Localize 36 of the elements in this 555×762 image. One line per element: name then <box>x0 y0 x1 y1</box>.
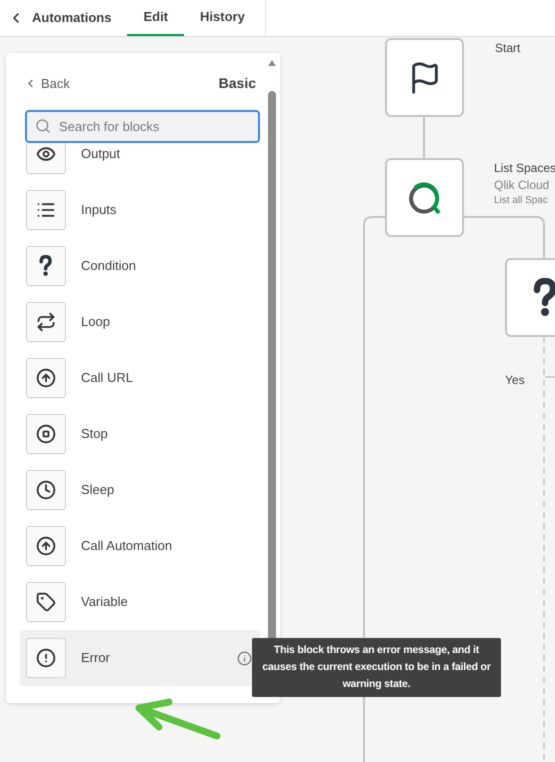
tab[interactable]: Edit <box>127 0 184 36</box>
block-item[interactable]: Output <box>20 143 260 182</box>
search-icon <box>35 118 51 134</box>
flow-node[interactable] <box>385 38 464 117</box>
info-icon <box>237 650 252 666</box>
block-item[interactable]: Inputs <box>20 182 260 238</box>
tag-icon <box>36 592 56 612</box>
arrow-up-circle-icon <box>36 536 56 556</box>
question-mark-icon <box>39 255 53 277</box>
tooltip: This block throws an error message, and it causes the current execution to be in a failed or warning state. <box>252 638 501 697</box>
back-button[interactable]: Automations <box>0 0 128 36</box>
arrow-up-circle-icon <box>36 368 56 388</box>
connector-line <box>423 116 425 158</box>
node-title: Start <box>495 40 520 57</box>
clock-icon <box>36 480 56 500</box>
flow-node[interactable] <box>385 158 464 237</box>
alert-icon <box>36 648 56 668</box>
search-field[interactable]: Search for blocks <box>25 110 260 143</box>
block-item[interactable]: Condition <box>20 238 260 294</box>
block-item[interactable]: Loop <box>20 294 260 350</box>
block-item[interactable]: Error <box>20 630 260 686</box>
back-button[interactable]: Back <box>24 74 70 94</box>
block-item[interactable]: Variable <box>20 574 260 630</box>
branch-label: Yes <box>505 372 525 389</box>
stop-icon <box>36 424 56 444</box>
panel-title: Basic <box>218 74 256 93</box>
question-mark-icon <box>532 278 555 318</box>
block-item[interactable]: Call Automation <box>20 518 260 574</box>
tab[interactable]: History <box>184 0 261 36</box>
node-description: List all Spac <box>494 194 549 207</box>
loop-icon <box>36 312 56 332</box>
node-subtitle: Qlik Cloud <box>494 177 550 194</box>
block-item[interactable]: Sleep <box>20 462 260 518</box>
scroll-up-icon <box>267 59 277 67</box>
block-item[interactable]: Call URL <box>20 350 260 406</box>
block-item[interactable]: Stop <box>20 406 260 462</box>
